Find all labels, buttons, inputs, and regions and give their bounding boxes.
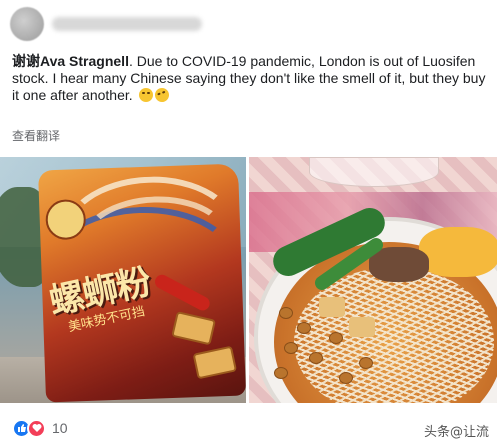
see-translation-link[interactable]: 查看翻译 [12,127,60,144]
post-body: 谢谢Ava Stragnell. Due to COVID-19 pandemi… [12,53,488,104]
mentioned-user[interactable]: 谢谢Ava Stragnell [12,53,129,69]
author-name-redacted[interactable] [52,17,202,31]
noodle-bowl-photo[interactable] [249,157,497,403]
meat [369,247,429,282]
fried-tofu [192,345,238,380]
grinning-sweat-emoji [138,88,153,102]
fried-egg [419,227,497,277]
peanut [274,367,288,379]
peanut [339,372,353,384]
peanut [279,307,293,319]
post-header [10,6,202,42]
glass [309,157,439,187]
tofu-skin [349,317,375,337]
rolling-laughing-emoji [152,86,171,104]
peanut [284,342,298,354]
peanut [359,357,373,369]
love-icon[interactable] [27,418,46,438]
tofu-skin [319,297,345,317]
peanut [297,322,311,334]
avatar[interactable] [10,7,44,41]
peanut [309,352,323,364]
noodle-package-photo[interactable]: 螺蛳粉 美味势不可挡 [0,157,246,403]
luosifen-package: 螺蛳粉 美味势不可挡 [38,163,246,403]
peanut [329,332,343,344]
source-watermark: 头条@让流 [423,425,489,440]
facebook-post: 谢谢Ava Stragnell. Due to COVID-19 pandemi… [0,0,497,447]
photo-grid: 螺蛳粉 美味势不可挡 [0,157,497,403]
reaction-count[interactable]: 10 [52,420,68,436]
reactions-bar[interactable]: 10 [12,417,68,439]
